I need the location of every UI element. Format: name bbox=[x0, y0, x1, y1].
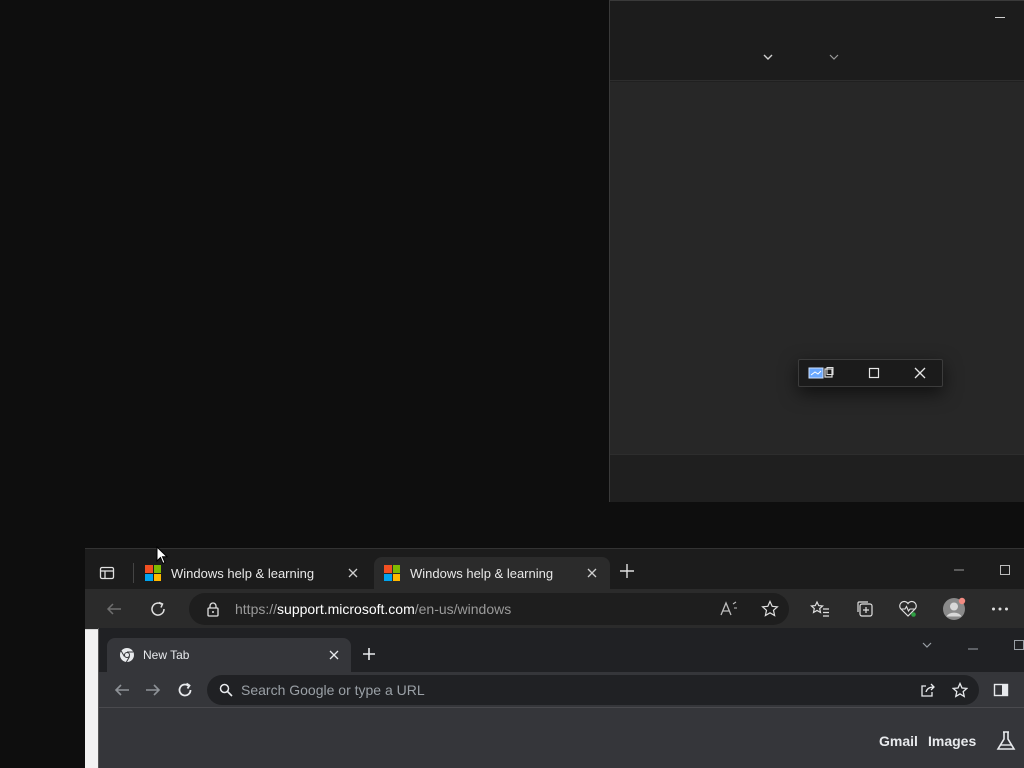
omnibox-placeholder: Search Google or type a URL bbox=[241, 682, 425, 698]
tab-divider bbox=[133, 563, 134, 583]
chrome-toolbar: Search Google or type a URL bbox=[99, 672, 1024, 708]
favorite-star-icon[interactable] bbox=[760, 599, 780, 619]
close-tab-icon[interactable] bbox=[325, 646, 343, 664]
chrome-window: New Tab Search Google or type a URL Gmai… bbox=[98, 628, 1024, 768]
profile-avatar[interactable] bbox=[942, 597, 966, 621]
omnibox[interactable]: Search Google or type a URL bbox=[207, 675, 979, 705]
maximize-icon[interactable] bbox=[999, 563, 1011, 575]
more-icon[interactable] bbox=[990, 599, 1010, 619]
window-controls-popup bbox=[798, 359, 943, 387]
edge-toolbar: https://support.microsoft.com/en-us/wind… bbox=[85, 589, 1024, 629]
lock-icon[interactable] bbox=[203, 599, 223, 619]
minimize-button[interactable] bbox=[988, 5, 1012, 29]
minimize-icon[interactable] bbox=[967, 642, 979, 654]
microsoft-logo-icon bbox=[145, 565, 161, 581]
close-tab-icon[interactable] bbox=[343, 563, 363, 583]
close-icon[interactable] bbox=[908, 362, 932, 384]
chrome-tab-bar: New Tab bbox=[99, 628, 1024, 672]
snap-layout-icon[interactable] bbox=[805, 362, 837, 384]
edge-tab[interactable]: Windows help & learning bbox=[135, 557, 371, 589]
chrome-tab-active[interactable]: New Tab bbox=[107, 638, 351, 672]
refresh-icon[interactable] bbox=[148, 599, 168, 619]
app-titlebar bbox=[610, 1, 1024, 81]
mouse-cursor-icon bbox=[156, 545, 170, 566]
new-tab-button[interactable] bbox=[361, 646, 377, 662]
app-window bbox=[609, 0, 1024, 502]
minimize-icon[interactable] bbox=[953, 563, 965, 575]
labs-icon[interactable] bbox=[995, 730, 1017, 752]
new-tab-button[interactable] bbox=[619, 563, 639, 583]
tab-actions-icon[interactable] bbox=[99, 565, 117, 581]
favorites-icon[interactable] bbox=[810, 599, 830, 619]
tab-search-icon[interactable] bbox=[921, 638, 933, 650]
app-content-area bbox=[610, 82, 1024, 454]
url-path: /en-us/windows bbox=[414, 601, 512, 617]
reload-icon[interactable] bbox=[176, 681, 194, 699]
close-tab-icon[interactable] bbox=[582, 563, 602, 583]
address-bar[interactable]: https://support.microsoft.com/en-us/wind… bbox=[189, 593, 789, 625]
images-link[interactable]: Images bbox=[928, 733, 976, 749]
chrome-tab-title: New Tab bbox=[143, 648, 190, 662]
chevron-down-icon[interactable] bbox=[760, 49, 776, 65]
chrome-logo-icon bbox=[120, 648, 134, 663]
microsoft-logo-icon bbox=[384, 565, 400, 581]
search-icon bbox=[217, 681, 235, 699]
gmail-link[interactable]: Gmail bbox=[879, 733, 918, 749]
collections-icon[interactable] bbox=[855, 599, 875, 619]
edge-page-edge bbox=[85, 630, 98, 768]
share-icon[interactable] bbox=[919, 681, 937, 699]
back-icon[interactable] bbox=[104, 599, 124, 619]
read-aloud-icon[interactable] bbox=[719, 599, 739, 619]
forward-icon[interactable] bbox=[144, 681, 162, 699]
address-url: https://support.microsoft.com/en-us/wind… bbox=[235, 601, 511, 617]
side-panel-icon[interactable] bbox=[992, 681, 1010, 699]
edge-tab-title: Windows help & learning bbox=[171, 565, 315, 581]
url-domain: support.microsoft.com bbox=[277, 601, 415, 617]
url-scheme: https:// bbox=[235, 601, 278, 617]
chevron-down-icon[interactable] bbox=[826, 49, 842, 65]
maximize-icon[interactable] bbox=[1013, 638, 1024, 650]
app-footer bbox=[610, 454, 1024, 502]
browser-essentials-icon[interactable] bbox=[898, 599, 918, 619]
edge-tab-bar: Windows help & learning Windows help & l… bbox=[85, 549, 1024, 589]
edge-tab-active[interactable]: Windows help & learning bbox=[374, 557, 610, 589]
edge-tab-title: Windows help & learning bbox=[410, 565, 554, 581]
bookmark-star-icon[interactable] bbox=[951, 681, 969, 699]
maximize-icon[interactable] bbox=[862, 362, 886, 384]
new-tab-page: Gmail Images bbox=[99, 708, 1024, 768]
back-icon[interactable] bbox=[113, 681, 131, 699]
